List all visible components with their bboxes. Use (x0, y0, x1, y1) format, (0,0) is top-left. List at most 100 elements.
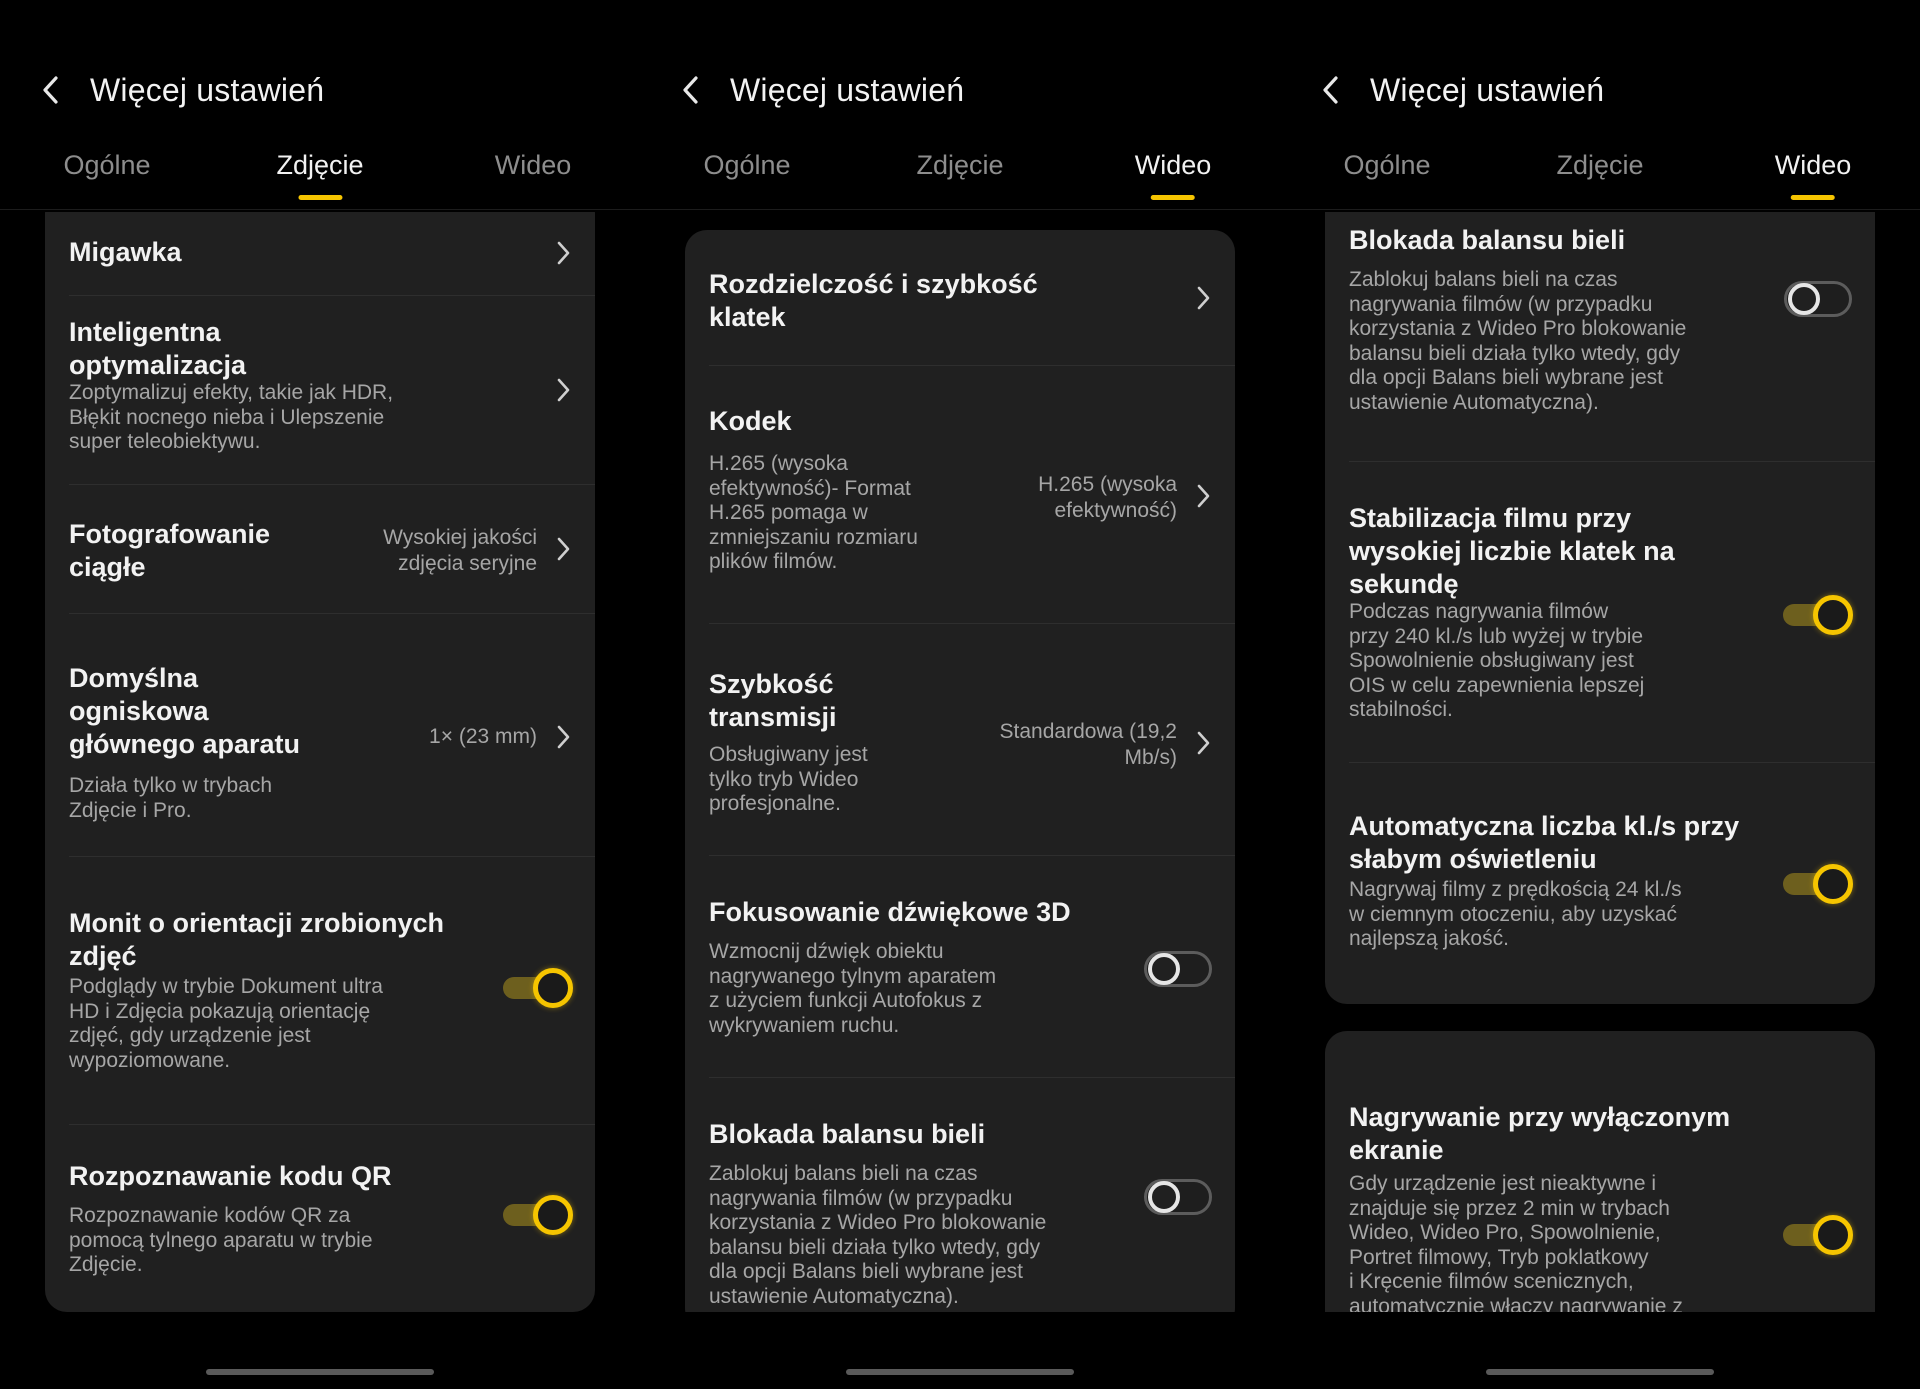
setting-title: Fotografowanie ciągłe (69, 519, 270, 582)
tab-photo[interactable]: Zdjęcie (276, 150, 364, 200)
tab-label: Wideo (1134, 150, 1212, 180)
chevron-right-icon (557, 378, 570, 402)
tab-general[interactable]: Ogólne (703, 150, 790, 181)
setting-qr-recognition: Rozpoznawanie kodu QR Rozpoznawanie kodó… (45, 1125, 595, 1312)
toggle-knob (1813, 864, 1853, 904)
setting-title: Automatyczna liczba kl./s przy słabym ośw… (1349, 811, 1740, 874)
screen-off-recording-toggle[interactable] (1783, 1215, 1853, 1255)
setting-title: Szybkość transmisji (709, 669, 837, 732)
toggle-track (1784, 281, 1852, 317)
audio-focus-toggle[interactable] (1143, 949, 1213, 989)
setting-desc: Nagrywaj filmy z prędkością 24 kl./s w ci… (1349, 878, 1682, 950)
header: Więcej ustawień (1280, 60, 1920, 120)
setting-bitrate[interactable]: Szybkość transmisji Obsługiwany jest tylko… (685, 624, 1235, 855)
tab-photo[interactable]: Zdjęcie (1556, 150, 1643, 181)
settings-card: Rozdzielczość i szybkość klatek Kodek H.2… (685, 230, 1235, 1312)
setting-low-light-auto-fps: Automatyczna liczba kl./s przy słabym ośw… (1325, 763, 1875, 1003)
orientation-prompt-toggle[interactable] (503, 968, 573, 1008)
setting-title: Domyślna ogniskowa głównego aparatu (69, 663, 301, 759)
setting-desc: Obsługiwany jest tylko tryb Wideo profesjo… (709, 743, 868, 815)
setting-title: Rozpoznawanie kodu QR (69, 1161, 392, 1191)
toggle-track (1144, 951, 1212, 987)
setting-desc: Podczas nagrywania filmów przy 240 kl./s … (1349, 600, 1645, 721)
toggle-track (1144, 1179, 1212, 1215)
page-title: Więcej ustawień (730, 71, 965, 108)
setting-3d-audio-focus: Fokusowanie dźwiękowe 3D Wzmocnij dźwięk… (685, 856, 1235, 1077)
setting-smart-optimization[interactable]: Inteligentna optymalizacja Zoptymalizuj e… (45, 296, 595, 484)
tab-video[interactable]: Wideo (495, 150, 572, 181)
setting-wb-lock: Blokada balansu bieli Zablokuj balans bi… (1325, 212, 1875, 432)
chevron-left-icon (683, 76, 698, 104)
page-title: Więcej ustawień (1370, 71, 1605, 108)
chevron-right-icon (1197, 286, 1210, 310)
setting-orientation-prompt: Monit o orientacji zrobionych zdjęć Podgl… (45, 857, 595, 1124)
tab-bar: Ogólne Zdjęcie Wideo (0, 150, 640, 210)
chevron-right-icon (1197, 731, 1210, 755)
screen-photo-settings: Więcej ustawień Ogólne Zdjęcie Wideo Mig… (0, 0, 640, 1389)
tab-video[interactable]: Wideo (1774, 150, 1852, 200)
setting-title: Stabilizacja filmu przy wysokiej liczbie … (1349, 503, 1675, 599)
setting-desc: Gdy urządzenie jest nieaktywne i znajduje… (1349, 1172, 1683, 1312)
tab-general[interactable]: Ogólne (1343, 150, 1430, 181)
setting-desc: H.265 (wysoka efektywność)- Format H.265 p… (709, 452, 918, 573)
setting-title: Nagrywanie przy wyłączonym ekranie (1349, 1102, 1731, 1165)
setting-title: Monit o orientacji zrobionych zdjęć (69, 908, 445, 971)
settings-card: Nagrywanie przy wyłączonym ekranie Gdy ur… (1325, 1031, 1875, 1312)
setting-desc: Działa tylko w trybach Zdjęcie i Pro. (69, 774, 273, 822)
chevron-right-icon (557, 537, 570, 561)
home-indicator[interactable] (206, 1369, 434, 1375)
wb-lock-toggle[interactable] (1143, 1177, 1213, 1217)
tab-divider (640, 209, 1280, 210)
tab-label: Zdjęcie (276, 150, 364, 180)
setting-burst-shooting[interactable]: Fotografowanie ciągłe Wysokiej jakości zdj… (45, 485, 595, 613)
tab-label: Wideo (1774, 150, 1852, 180)
settings-card: Migawka Inteligentna optymalizacja Zoptym… (45, 212, 595, 1312)
high-fps-stabilization-toggle[interactable] (1783, 595, 1853, 635)
chevron-right-icon (557, 241, 570, 265)
chevron-left-icon (43, 76, 58, 104)
setting-title: Kodek (709, 406, 792, 436)
back-button[interactable] (1300, 60, 1360, 120)
qr-recognition-toggle[interactable] (503, 1195, 573, 1235)
toggle-knob (533, 1195, 573, 1235)
toggle-knob (1813, 595, 1853, 635)
home-indicator[interactable] (1486, 1369, 1714, 1375)
setting-title: Inteligentna optymalizacja (69, 317, 247, 380)
back-button[interactable] (20, 60, 80, 120)
settings-list[interactable]: Rozdzielczość i szybkość klatek Kodek H.2… (640, 212, 1280, 1312)
tab-photo[interactable]: Zdjęcie (916, 150, 1003, 181)
setting-title: Migawka (69, 237, 182, 267)
settings-list[interactable]: Blokada balansu bieli Zablokuj balans bi… (1280, 212, 1920, 1312)
setting-codec[interactable]: Kodek H.265 (wysoka efektywność)- Format H… (685, 366, 1235, 623)
screen-video-settings: Więcej ustawień Ogólne Zdjęcie Wideo Roz… (640, 0, 1280, 1389)
tab-general[interactable]: Ogólne (63, 150, 150, 181)
setting-shutter[interactable]: Migawka (45, 212, 595, 295)
tab-indicator (1151, 195, 1195, 200)
tab-indicator (297, 195, 342, 200)
tab-bar: Ogólne Zdjęcie Wideo (1280, 150, 1920, 210)
settings-card: Blokada balansu bieli Zablokuj balans bi… (1325, 212, 1875, 1004)
toggle-knob (533, 968, 573, 1008)
settings-list[interactable]: Migawka Inteligentna optymalizacja Zoptym… (0, 212, 640, 1312)
tab-divider (0, 209, 640, 210)
setting-desc: Zablokuj balans bieli na czas nagrywania … (709, 1162, 1047, 1308)
back-button[interactable] (660, 60, 720, 120)
setting-desc: Podglądy w trybie Dokument ultra HD i Zdj… (69, 975, 383, 1072)
low-light-fps-toggle[interactable] (1783, 864, 1853, 904)
setting-title: Blokada balansu bieli (709, 1119, 986, 1149)
screen-video-settings-scrolled: Więcej ustawień Ogólne Zdjęcie Wideo Blo… (1280, 0, 1920, 1389)
toggle-knob (1148, 953, 1180, 985)
chevron-right-icon (1197, 484, 1210, 508)
setting-desc: Rozpoznawanie kodów QR za pomocą tylnego … (69, 1204, 373, 1276)
home-indicator[interactable] (846, 1369, 1074, 1375)
setting-title: Blokada balansu bieli (1349, 225, 1626, 255)
tab-bar: Ogólne Zdjęcie Wideo (640, 150, 1280, 210)
page-title: Więcej ustawień (90, 71, 325, 108)
toggle-knob (1813, 1215, 1853, 1255)
chevron-left-icon (1323, 76, 1338, 104)
setting-resolution-framerate[interactable]: Rozdzielczość i szybkość klatek (685, 230, 1235, 365)
setting-default-focal-length[interactable]: Domyślna ogniskowa głównego aparatu Działa… (45, 614, 595, 856)
tab-video[interactable]: Wideo (1134, 150, 1212, 200)
setting-value: 1× (23 mm) (429, 725, 537, 748)
wb-lock-toggle[interactable] (1783, 279, 1853, 319)
